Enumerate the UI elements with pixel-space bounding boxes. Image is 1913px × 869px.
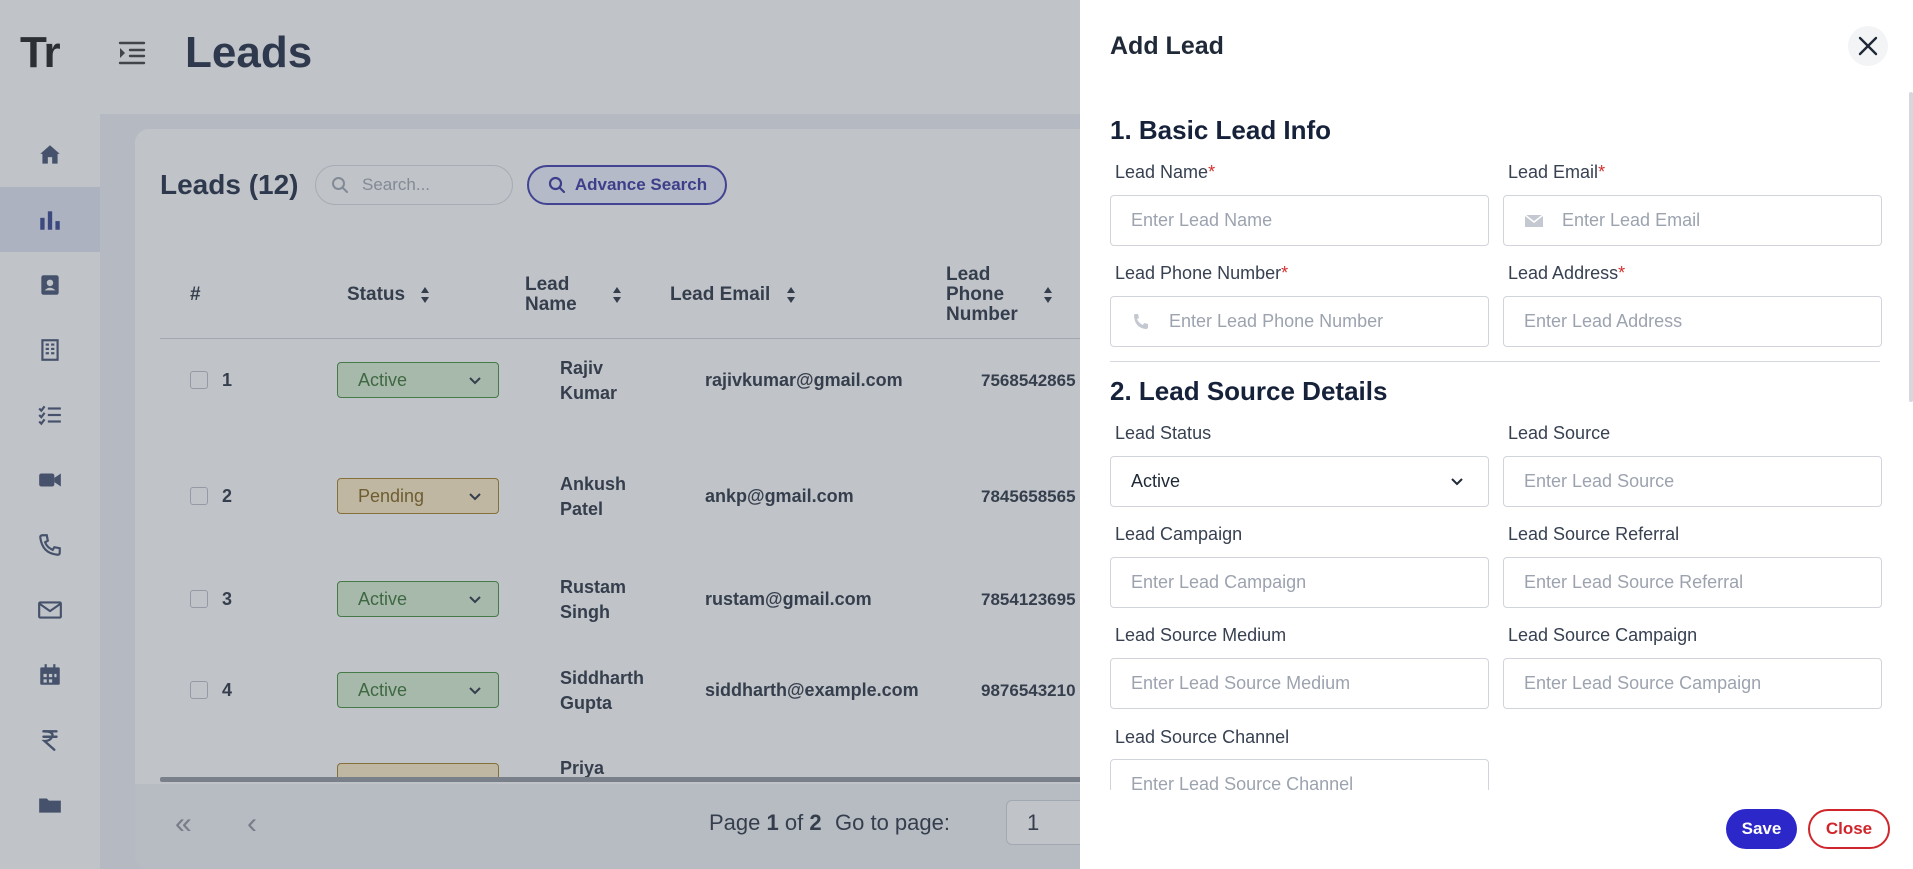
lead-name-input[interactable] [1131, 210, 1488, 231]
required-marker: * [1618, 263, 1626, 283]
lead-source-field[interactable] [1503, 456, 1882, 507]
lead-email-label: Lead Email* [1508, 162, 1605, 183]
lead-address-input[interactable] [1524, 311, 1881, 332]
lead-phone-input[interactable] [1169, 311, 1488, 332]
lead-source-channel-input[interactable] [1131, 774, 1488, 790]
lead-address-label-text: Lead Address [1508, 263, 1619, 283]
lead-source-campaign-field[interactable] [1503, 658, 1882, 709]
lead-campaign-field[interactable] [1110, 557, 1489, 608]
lead-name-label: Lead Name* [1115, 162, 1215, 183]
lead-address-label: Lead Address* [1508, 263, 1625, 284]
section-lead-source-details: 2. Lead Source Details [1110, 376, 1388, 406]
lead-source-input[interactable] [1524, 471, 1881, 492]
add-lead-drawer: Add Lead 1. Basic Lead Info Lead Name* L… [1080, 0, 1913, 869]
lead-status-value: Active [1131, 471, 1181, 491]
lead-campaign-label: Lead Campaign [1115, 524, 1243, 544]
drawer-title: Add Lead [1110, 32, 1224, 60]
lead-name-label-text: Lead Name [1115, 162, 1209, 182]
required-marker: * [1598, 162, 1606, 182]
lead-name-field[interactable] [1110, 195, 1489, 246]
lead-source-channel-field[interactable] [1110, 759, 1489, 790]
lead-source-medium-field[interactable] [1110, 658, 1489, 709]
lead-source-channel-label: Lead Source Channel [1115, 727, 1290, 747]
close-drawer-button[interactable] [1848, 26, 1888, 66]
lead-status-select[interactable]: Active [1110, 456, 1489, 507]
close-icon [1858, 36, 1878, 56]
lead-form: 1. Basic Lead Info Lead Name* Lead Email… [1080, 92, 1913, 790]
modal-backdrop[interactable] [0, 0, 1080, 869]
lead-phone-label-text: Lead Phone Number [1115, 263, 1282, 283]
required-marker: * [1281, 263, 1289, 283]
lead-email-label-text: Lead Email [1508, 162, 1599, 182]
lead-phone-label: Lead Phone Number* [1115, 263, 1288, 284]
section-divider [1110, 361, 1880, 362]
lead-source-campaign-label: Lead Source Campaign [1508, 625, 1698, 645]
lead-source-referral-label: Lead Source Referral [1508, 524, 1680, 544]
save-button[interactable]: Save [1726, 809, 1797, 849]
lead-source-medium-input[interactable] [1131, 673, 1488, 694]
required-marker: * [1208, 162, 1216, 182]
lead-email-field[interactable] [1503, 195, 1882, 246]
section-basic-lead-info: 1. Basic Lead Info [1110, 115, 1332, 145]
lead-status-label: Lead Status [1115, 423, 1212, 443]
mail-icon [1524, 213, 1544, 227]
close-button[interactable]: Close [1808, 809, 1890, 849]
phone-icon [1134, 313, 1148, 329]
lead-address-field[interactable] [1503, 296, 1882, 347]
chevron-down-icon [1451, 477, 1463, 485]
lead-campaign-input[interactable] [1131, 572, 1488, 593]
lead-source-medium-label: Lead Source Medium [1115, 625, 1287, 645]
lead-source-campaign-input[interactable] [1524, 673, 1881, 694]
lead-phone-field[interactable] [1110, 296, 1489, 347]
lead-source-label: Lead Source [1508, 423, 1611, 443]
lead-email-input[interactable] [1562, 210, 1881, 231]
lead-source-referral-field[interactable] [1503, 557, 1882, 608]
lead-source-referral-input[interactable] [1524, 572, 1881, 593]
